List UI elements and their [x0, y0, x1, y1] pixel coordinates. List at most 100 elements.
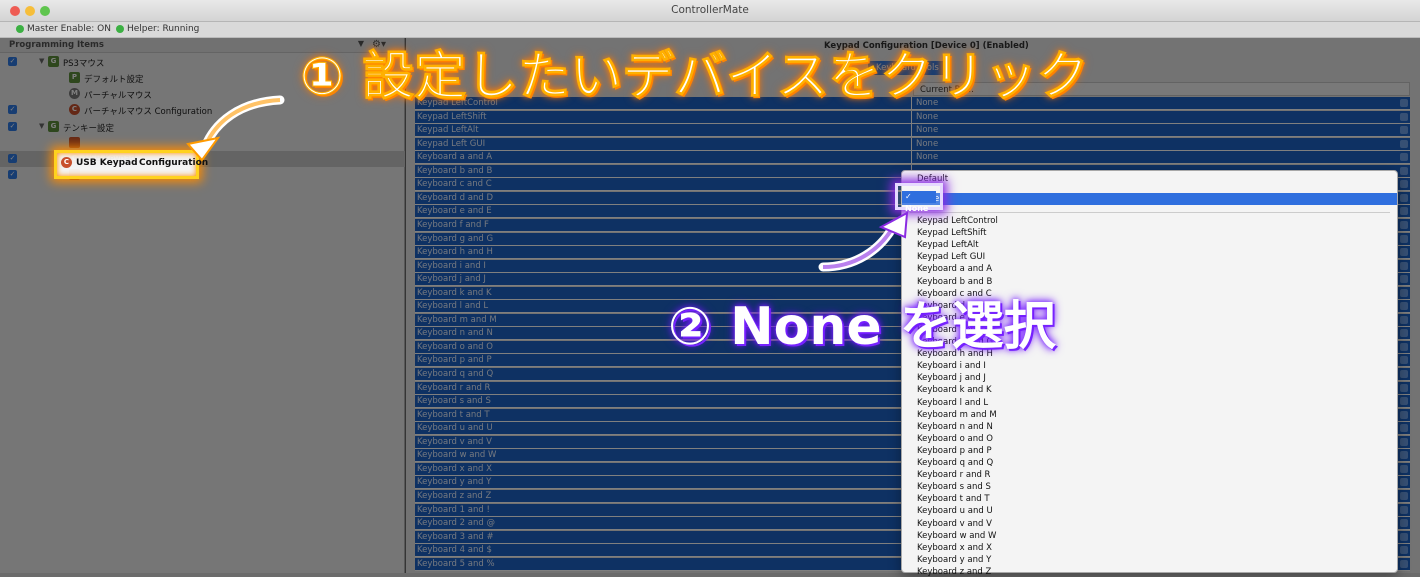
key-name: Keyboard r and R — [417, 382, 491, 393]
popup-arrows-icon[interactable] — [1400, 559, 1408, 568]
popup-arrows-icon[interactable] — [1400, 99, 1408, 107]
popup-arrows-icon[interactable] — [1400, 397, 1408, 406]
enable-checkbox[interactable]: ✓ — [8, 57, 17, 66]
menu-item[interactable]: Keyboard x and X — [917, 543, 992, 553]
popup-arrows-icon[interactable] — [1400, 153, 1408, 162]
key-name: Keyboard q and Q — [417, 369, 494, 379]
key-name: Keyboard y and Y — [417, 477, 492, 488]
usb-keypad-highlight[interactable]: C USB Keypad Configuration — [54, 150, 208, 179]
popup-arrows-icon[interactable] — [1400, 288, 1408, 297]
enable-checkbox[interactable]: ✓ — [8, 105, 17, 114]
configuration-icon: C — [61, 157, 72, 168]
key-name: Keyboard u and U — [417, 423, 493, 434]
popup-arrows-icon[interactable] — [1400, 424, 1408, 433]
menu-item[interactable]: Keyboard s and S — [917, 482, 991, 492]
menu-item[interactable]: Keyboard o and O — [917, 434, 993, 444]
popup-arrows-icon[interactable] — [1400, 491, 1408, 500]
key-name: Keyboard z and Z — [417, 490, 492, 501]
key-name: Keyboard p and P — [417, 355, 492, 366]
popup-arrows-icon[interactable] — [1400, 383, 1408, 392]
menu-item[interactable]: Keyboard i and I — [917, 361, 986, 371]
menu-item[interactable]: Keyboard w and W — [917, 531, 996, 541]
menu-item[interactable]: Keyboard y and Y — [917, 555, 991, 565]
popup-arrows-icon[interactable] — [1400, 546, 1408, 555]
popup-arrows-icon[interactable] — [1400, 315, 1408, 324]
popup-arrows-icon[interactable] — [1400, 519, 1408, 528]
menu-item-none-selected[interactable]: ✓ None — [902, 193, 1397, 205]
popup-arrows-icon[interactable] — [1400, 478, 1408, 487]
key-name: Keyboard i and I — [417, 260, 486, 271]
popup-arrows-icon[interactable] — [1400, 302, 1408, 311]
popup-arrows-icon[interactable] — [1400, 532, 1408, 541]
popup-arrows-icon[interactable] — [1400, 112, 1408, 121]
popup-arrows-icon[interactable] — [1400, 451, 1408, 460]
popup-arrows-icon[interactable] — [1400, 180, 1408, 189]
key-name: Keyboard h and H — [417, 247, 493, 258]
popup-arrows-icon[interactable] — [1400, 356, 1408, 365]
popup-arrows-icon[interactable] — [1400, 329, 1408, 338]
menu-item[interactable]: Keyboard z and Z — [917, 567, 991, 577]
enable-checkbox[interactable]: ✓ — [8, 154, 17, 163]
key-name: Keyboard 3 and # — [417, 531, 494, 542]
key-name: Keyboard d and D — [417, 192, 493, 203]
popup-arrows-icon[interactable] — [1400, 220, 1408, 229]
menu-item[interactable]: Keypad LeftControl — [917, 216, 998, 226]
popup-arrows-icon[interactable] — [1400, 166, 1408, 175]
menu-item[interactable]: Keyboard q and Q — [917, 458, 993, 468]
popup-arrows-icon[interactable] — [1400, 193, 1408, 202]
key-name: Keyboard f and F — [417, 219, 489, 230]
key-name: Keyboard a and A — [417, 152, 493, 163]
popup-arrows-icon[interactable] — [1400, 370, 1408, 378]
popup-arrows-icon[interactable] — [1400, 234, 1408, 243]
menu-item[interactable]: Keypad Left GUI — [917, 252, 985, 262]
menu-item[interactable]: Keyboard m and M — [917, 410, 997, 420]
key-name: Keyboard x and X — [417, 463, 492, 474]
table-row[interactable]: Keypad Left GUI None — [415, 137, 1410, 151]
popup-arrows-icon[interactable] — [1400, 410, 1408, 419]
orange-arrow-icon — [186, 95, 285, 162]
status-green-icon — [116, 25, 124, 33]
menu-item[interactable]: Keyboard l and L — [917, 398, 988, 408]
popup-arrows-icon[interactable] — [1400, 139, 1408, 148]
item-type-icon: G — [48, 56, 59, 67]
usb-keypad-label: USB Keypad — [76, 158, 138, 168]
enable-checkbox[interactable]: ✓ — [8, 170, 17, 179]
menu-item[interactable]: Keyboard u and U — [917, 506, 993, 516]
menu-item[interactable]: Keyboard r and R — [917, 470, 990, 480]
behavior-popup[interactable]: None — [911, 151, 1410, 164]
popup-arrows-icon[interactable] — [1400, 342, 1408, 351]
none-option-label: ✓ None — [902, 191, 936, 213]
key-name: Keyboard 1 and ! — [417, 504, 490, 515]
popup-arrows-icon[interactable] — [1400, 207, 1408, 216]
popup-arrows-icon[interactable] — [1400, 505, 1408, 514]
popup-arrows-icon[interactable] — [1400, 275, 1408, 284]
popup-arrows-icon[interactable] — [1400, 126, 1408, 135]
menu-item[interactable]: Keyboard j and J — [917, 373, 986, 383]
key-name: Keyboard w and W — [417, 450, 497, 461]
popup-arrows-icon[interactable] — [1400, 261, 1408, 270]
tree-item-label: PS3マウス — [63, 59, 105, 69]
disclosure-triangle-icon[interactable]: ▼ — [39, 57, 44, 65]
popup-arrows-icon[interactable] — [1400, 437, 1408, 446]
popup-arrows-icon[interactable] — [1400, 248, 1408, 257]
disclosure-triangle-icon[interactable]: ▼ — [39, 122, 44, 130]
menu-item[interactable]: Keypad LeftShift — [917, 228, 986, 238]
menu-item[interactable]: Keyboard p and P — [917, 446, 992, 456]
menu-item[interactable]: Keyboard n and N — [917, 422, 993, 432]
behavior-popup[interactable]: None — [911, 124, 1410, 137]
table-row[interactable]: Keypad LeftAlt None — [415, 124, 1410, 138]
item-type-icon: M — [69, 88, 80, 99]
menu-item[interactable]: Keyboard a and A — [917, 264, 992, 274]
menu-item[interactable]: Keyboard v and V — [917, 519, 992, 529]
menu-item[interactable]: Keypad LeftAlt — [917, 240, 979, 250]
menu-item[interactable]: Keyboard k and K — [917, 385, 992, 395]
table-row[interactable]: Keypad LeftShift None — [415, 110, 1410, 124]
behavior-popup[interactable]: None — [911, 137, 1410, 150]
table-row[interactable]: Keyboard a and A None — [415, 151, 1410, 165]
enable-checkbox[interactable]: ✓ — [8, 122, 17, 131]
popup-arrows-icon[interactable] — [1400, 464, 1408, 473]
menu-item[interactable]: Keyboard t and T — [917, 494, 990, 504]
key-name: Keyboard c and C — [417, 179, 492, 190]
key-name: Keyboard t and T — [417, 409, 490, 420]
behavior-popup[interactable]: None — [911, 110, 1410, 123]
